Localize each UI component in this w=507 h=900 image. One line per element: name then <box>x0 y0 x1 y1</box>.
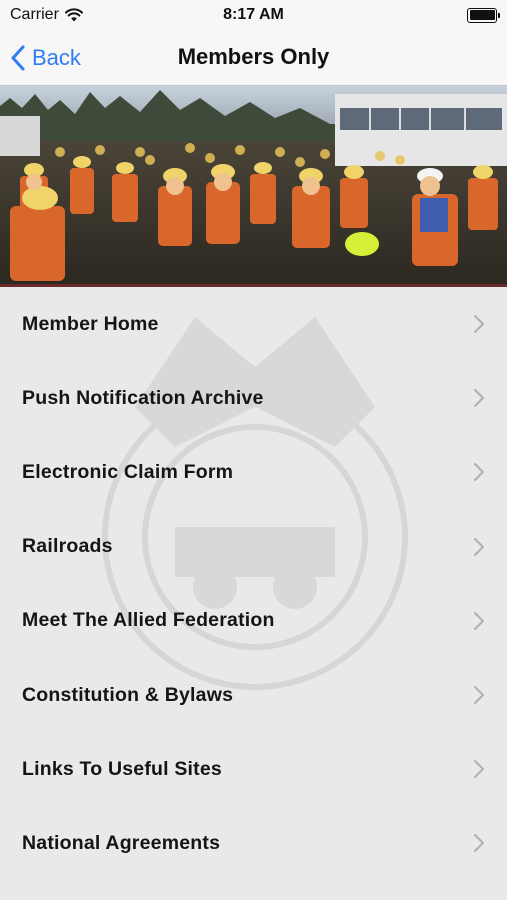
banner-illustration <box>0 86 507 286</box>
battery-icon <box>467 7 500 23</box>
chevron-right-icon <box>474 611 484 630</box>
carrier-label: Carrier <box>10 6 59 23</box>
menu-item-label: Electronic Claim Form <box>22 460 234 483</box>
chevron-right-icon <box>474 315 484 334</box>
chevron-right-icon <box>474 463 484 482</box>
menu-item-meet-the-allied-federation[interactable]: Meet The Allied Federation <box>0 584 507 658</box>
menu-item-label: Push Notification Archive <box>22 386 264 409</box>
menu-item-member-home[interactable]: Member Home <box>0 287 507 361</box>
menu-item-label: Constitution & Bylaws <box>22 683 234 706</box>
menu-item-label: National Agreements <box>22 831 221 854</box>
chevron-right-icon <box>474 686 484 705</box>
menu-item-label: Railroads <box>22 535 113 558</box>
menu-item-national-agreements[interactable]: National Agreements <box>0 806 507 880</box>
menu-list: Member Home Push Notification Archive El… <box>0 287 507 900</box>
page-title: Members Only <box>177 44 330 69</box>
wifi-icon <box>64 8 83 22</box>
menu-item-label: Meet The Allied Federation <box>22 609 275 632</box>
chevron-right-icon <box>474 537 484 556</box>
battery-fill <box>469 10 495 20</box>
status-bar: Carrier 8:17 AM <box>0 0 507 30</box>
menu-item-label: Links To Useful Sites <box>22 757 222 780</box>
menu-item-label: Member Home <box>22 312 159 335</box>
menu-item-links-to-useful-sites[interactable]: Links To Useful Sites <box>0 732 507 806</box>
navigation-bar: Back Members Only <box>0 30 507 86</box>
banner-photo <box>0 86 507 286</box>
menu-item-railroads[interactable]: Railroads <box>0 510 507 584</box>
menu-item-constitution-bylaws[interactable]: Constitution & Bylaws <box>0 658 507 732</box>
status-left: Carrier <box>10 6 83 24</box>
menu-item-push-notification-archive[interactable]: Push Notification Archive <box>0 361 507 435</box>
chevron-right-icon <box>474 389 484 408</box>
menu-item-electronic-claim-form[interactable]: Electronic Claim Form <box>0 435 507 509</box>
chevron-right-icon <box>474 760 484 779</box>
chevron-right-icon <box>474 834 484 853</box>
